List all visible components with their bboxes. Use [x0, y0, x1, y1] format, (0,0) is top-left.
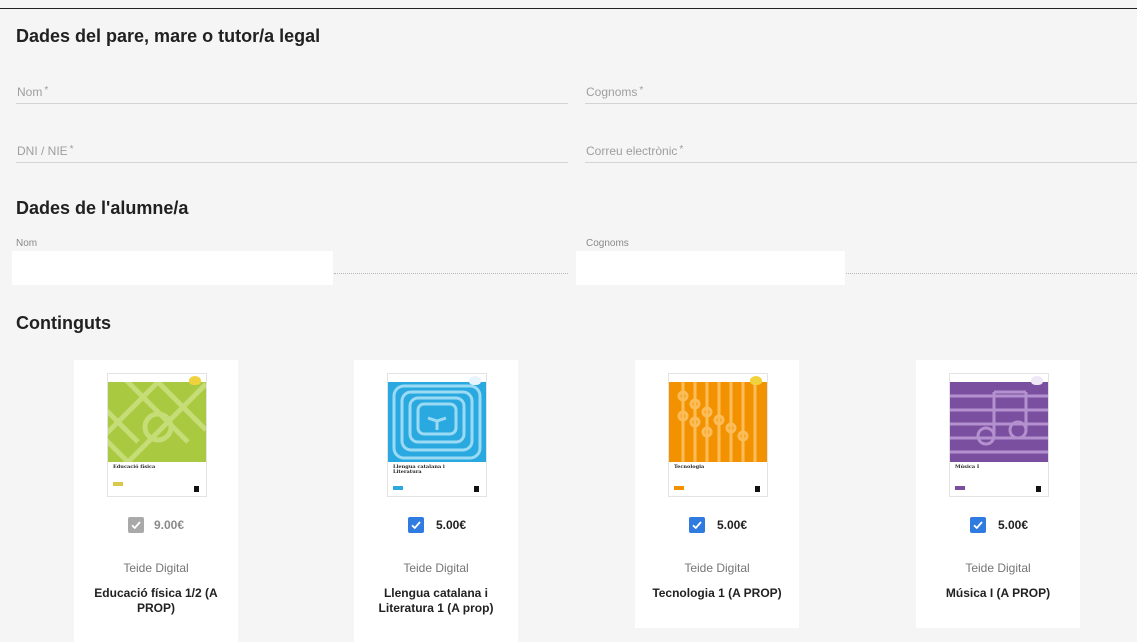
check-icon	[131, 521, 141, 530]
cover-art	[388, 382, 486, 462]
parent-section-title: Dades del pare, mare o tutor/a legal	[16, 26, 321, 46]
contents-section-title: Continguts	[16, 313, 111, 333]
product-title: Educació física 1/2 (A PROP)	[94, 586, 218, 615]
price-row: 9.00€	[74, 516, 238, 536]
parent-dni-field[interactable]: DNI / NIE *	[16, 140, 568, 163]
publisher-label: Teide Digital	[965, 561, 1031, 575]
publisher-label: Teide Digital	[123, 561, 189, 575]
check-icon	[973, 521, 983, 530]
price-label: 5.00€	[998, 518, 1029, 532]
product-card-musica: Música I 5.00€ Teide Digital Música I (A…	[916, 360, 1080, 628]
student-name-underline	[334, 273, 568, 274]
check-icon	[411, 521, 421, 530]
student-surname-label: Cognoms	[586, 238, 629, 249]
select-checkbox[interactable]	[689, 517, 705, 533]
select-checkbox[interactable]	[128, 517, 144, 533]
book-cover-image: Tecnologia	[668, 373, 768, 497]
price-row: 5.00€	[635, 516, 799, 536]
check-icon	[692, 521, 702, 530]
price-row: 5.00€	[354, 516, 518, 536]
book-cover-image: Educació física	[107, 373, 207, 497]
student-name-input[interactable]	[12, 251, 333, 285]
product-title: Tecnologia 1 (A PROP)	[652, 586, 782, 600]
select-checkbox[interactable]	[970, 517, 986, 533]
cover-art	[669, 382, 767, 462]
cover-art	[950, 382, 1048, 462]
product-title: Música I (A PROP)	[945, 586, 1051, 600]
parent-dni-placeholder: DNI / NIE *	[17, 144, 74, 158]
cover-title: Música I	[955, 464, 980, 470]
parent-name-field[interactable]: Nom *	[16, 81, 568, 104]
price-row: 5.00€	[916, 516, 1080, 536]
product-card-educacio-fisica: Educació física 9.00€ Teide Digital Educ…	[74, 360, 238, 642]
price-label: 9.00€	[154, 518, 185, 532]
parent-name-placeholder: Nom *	[17, 85, 49, 99]
select-checkbox[interactable]	[408, 517, 424, 533]
cover-title: Tecnologia	[674, 464, 705, 470]
publisher-label: Teide Digital	[684, 561, 750, 575]
parent-email-placeholder: Correu electrònic *	[586, 144, 684, 158]
publisher-label: Teide Digital	[403, 561, 469, 575]
cover-background	[108, 382, 206, 462]
cover-background	[950, 382, 1048, 462]
student-section-title: Dades de l'alumne/a	[16, 198, 189, 218]
product-title: Llengua catalana i Literatura 1 (A prop)	[378, 586, 494, 615]
student-surname-underline	[846, 273, 1137, 274]
student-surname-input[interactable]	[576, 251, 845, 285]
student-name-label: Nom	[16, 238, 38, 249]
top-border	[0, 8, 1137, 9]
parent-email-field[interactable]: Correu electrònic *	[585, 140, 1137, 163]
book-cover-image: Música I	[949, 373, 1049, 497]
cover-title: Llengua catalana i Literatura	[393, 464, 445, 475]
price-label: 5.00€	[436, 518, 467, 532]
parent-surname-field[interactable]: Cognoms *	[585, 81, 1137, 104]
parent-surname-placeholder: Cognoms *	[586, 85, 644, 99]
product-card-tecnologia: Tecnologia 5.00€ Teide Digital Tecnologi…	[635, 360, 799, 628]
cover-art	[108, 374, 206, 464]
price-label: 5.00€	[717, 518, 748, 532]
cover-title: Educació física	[113, 464, 156, 470]
book-cover-image: Llengua catalana i Literatura	[387, 373, 487, 497]
product-card-llengua-catalana: Llengua catalana i Literatura 5.00€ Teid…	[354, 360, 518, 642]
